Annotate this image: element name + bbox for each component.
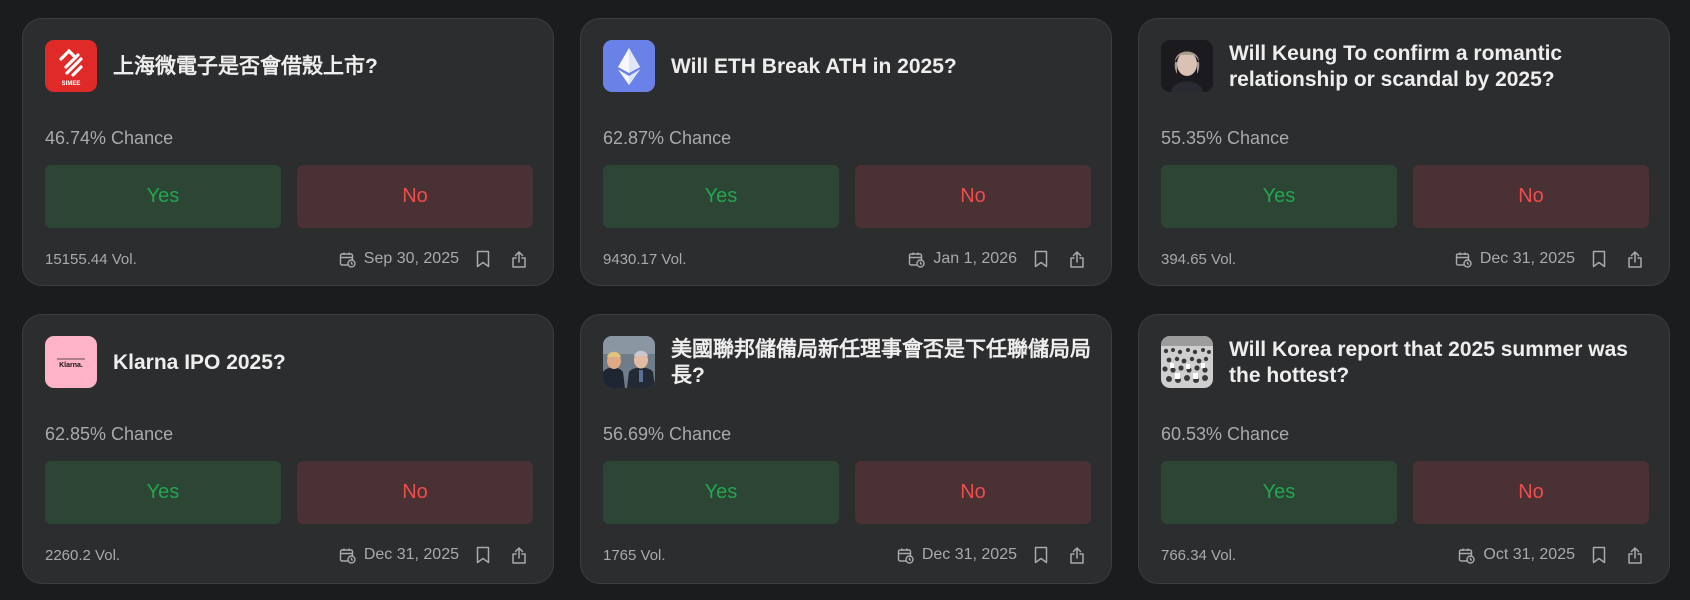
market-title[interactable]: Will Korea report that 2025 summer was t…	[1229, 337, 1651, 389]
yes-button[interactable]: Yes	[603, 461, 839, 524]
end-date: Jan 1, 2026	[908, 250, 1017, 268]
calendar-clock-icon	[897, 548, 914, 564]
card-footer: 9430.17 Vol. Jan 1, 2026	[603, 247, 1089, 271]
chance-label: 62.87% Chance	[603, 128, 732, 148]
simee-logo-icon: SIMEE	[45, 40, 97, 92]
market-card[interactable]: Will Korea report that 2025 summer was t…	[1138, 314, 1670, 584]
card-footer: 2260.2 Vol. Dec 31, 2025	[45, 543, 531, 567]
market-title[interactable]: Will Keung To confirm a romantic relatio…	[1229, 41, 1651, 93]
volume-label: 1765 Vol.	[603, 546, 666, 564]
volume-label: 766.34 Vol.	[1161, 546, 1237, 564]
volume-label: 2260.2 Vol.	[45, 546, 121, 564]
no-button[interactable]: No	[1413, 461, 1649, 524]
no-button[interactable]: No	[297, 165, 533, 228]
bookmark-icon[interactable]	[1029, 247, 1053, 271]
end-date: Dec 31, 2025	[897, 546, 1017, 564]
date-label: Jan 1, 2026	[933, 250, 1017, 267]
date-label: Sep 30, 2025	[363, 250, 459, 267]
yes-button[interactable]: Yes	[45, 165, 281, 228]
officials-photo-icon	[603, 336, 655, 388]
end-date: Sep 30, 2025	[339, 250, 459, 268]
market-card[interactable]: Will ETH Break ATH in 2025? 62.87% Chanc…	[580, 18, 1112, 286]
market-card[interactable]: Klarna. Klarna IPO 2025? 62.85% Chance Y…	[22, 314, 554, 584]
market-title[interactable]: 美國聯邦儲備局新任理事會否是下任聯儲局局長?	[671, 337, 1093, 389]
no-button[interactable]: No	[855, 461, 1091, 524]
chance-label: 62.85% Chance	[45, 424, 174, 444]
volume-label: 15155.44 Vol.	[45, 250, 137, 268]
bookmark-icon[interactable]	[1029, 543, 1053, 567]
bookmark-icon[interactable]	[471, 247, 495, 271]
chance-label: 55.35% Chance	[1161, 128, 1290, 148]
calendar-clock-icon	[909, 252, 926, 268]
bookmark-icon[interactable]	[1587, 247, 1611, 271]
share-icon[interactable]	[507, 543, 531, 567]
calendar-clock-icon	[1455, 252, 1472, 268]
market-title[interactable]: Klarna IPO 2025?	[113, 337, 535, 389]
date-label: Oct 31, 2025	[1483, 546, 1575, 563]
end-date: Oct 31, 2025	[1458, 546, 1575, 564]
end-date: Dec 31, 2025	[339, 546, 459, 564]
share-icon[interactable]	[1065, 543, 1089, 567]
market-card[interactable]: Will Keung To confirm a romantic relatio…	[1138, 18, 1670, 286]
card-footer: 394.65 Vol. Dec 31, 2025	[1161, 247, 1647, 271]
person-photo-icon	[1161, 40, 1213, 92]
card-footer: 1765 Vol. Dec 31, 2025	[603, 543, 1089, 567]
calendar-clock-icon	[339, 252, 356, 268]
yes-button[interactable]: Yes	[45, 461, 281, 524]
calendar-clock-icon	[339, 548, 356, 564]
share-icon[interactable]	[1623, 247, 1647, 271]
market-card[interactable]: SIMEE 上海微電子是否會借殼上市? 46.74% Chance Yes No…	[22, 18, 554, 286]
market-grid: SIMEE 上海微電子是否會借殼上市? 46.74% Chance Yes No…	[22, 18, 1670, 584]
market-title[interactable]: Will ETH Break ATH in 2025?	[671, 41, 1093, 93]
end-date: Dec 31, 2025	[1455, 250, 1575, 268]
volume-label: 394.65 Vol.	[1161, 250, 1237, 268]
chance-label: 60.53% Chance	[1161, 424, 1290, 444]
share-icon[interactable]	[507, 247, 531, 271]
no-button[interactable]: No	[1413, 165, 1649, 228]
date-label: Dec 31, 2025	[363, 546, 459, 563]
date-label: Dec 31, 2025	[921, 546, 1017, 563]
yes-button[interactable]: Yes	[603, 165, 839, 228]
no-button[interactable]: No	[855, 165, 1091, 228]
ethereum-logo-icon	[603, 40, 655, 92]
klarna-logo-icon: Klarna.	[45, 336, 97, 388]
chance-label: 56.69% Chance	[603, 424, 732, 444]
no-button[interactable]: No	[297, 461, 533, 524]
share-icon[interactable]	[1065, 247, 1089, 271]
share-icon[interactable]	[1623, 543, 1647, 567]
svg-text:Klarna.: Klarna.	[59, 362, 83, 369]
market-card[interactable]: 美國聯邦儲備局新任理事會否是下任聯儲局局長? 56.69% Chance Yes…	[580, 314, 1112, 584]
svg-text:SIMEE: SIMEE	[62, 81, 81, 87]
chance-label: 46.74% Chance	[45, 128, 174, 148]
date-label: Dec 31, 2025	[1479, 250, 1575, 267]
volume-label: 9430.17 Vol.	[603, 250, 687, 268]
card-footer: 15155.44 Vol. Sep 30, 2025	[45, 247, 531, 271]
yes-button[interactable]: Yes	[1161, 165, 1397, 228]
calendar-clock-icon	[1459, 548, 1476, 564]
crowd-photo-icon	[1161, 336, 1213, 388]
bookmark-icon[interactable]	[1587, 543, 1611, 567]
market-title[interactable]: 上海微電子是否會借殼上市?	[113, 41, 535, 93]
yes-button[interactable]: Yes	[1161, 461, 1397, 524]
bookmark-icon[interactable]	[471, 543, 495, 567]
card-footer: 766.34 Vol. Oct 31, 2025	[1161, 543, 1647, 567]
